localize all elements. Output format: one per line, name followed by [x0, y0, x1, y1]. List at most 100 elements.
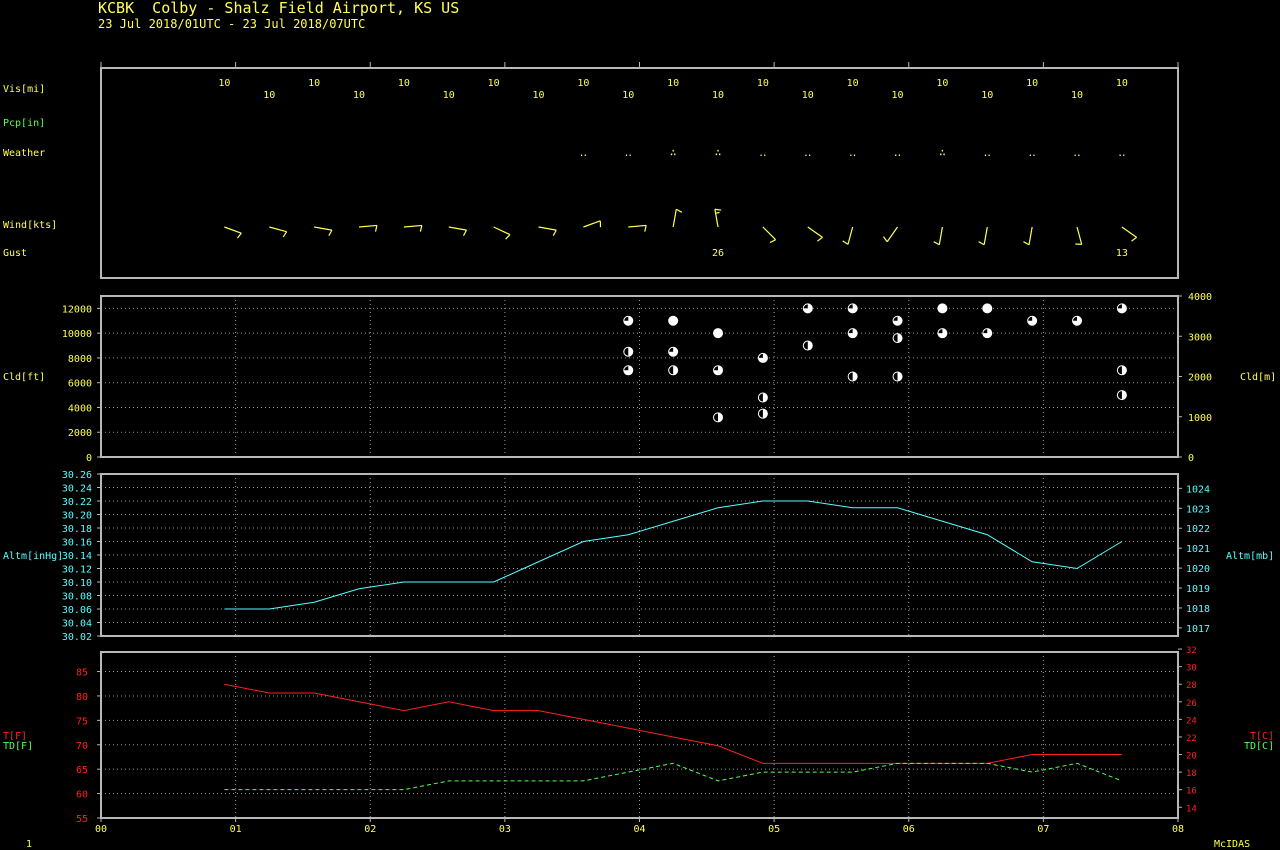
vis-value: 10 — [847, 78, 859, 89]
y-tick-label: 30.26 — [62, 470, 92, 481]
vis-value: 10 — [622, 90, 634, 101]
y-tick-label: 2000 — [68, 428, 92, 439]
cloud-cover-fill — [982, 303, 992, 313]
wind-barb-flag — [714, 208, 722, 211]
vis-value: 10 — [757, 78, 769, 89]
wind-label: Wind[kts] — [3, 220, 57, 231]
y-tick-label: 65 — [76, 765, 88, 776]
y-tick-label: 0 — [86, 453, 92, 464]
y2-tick-label: 1017 — [1186, 624, 1210, 635]
y2-tick-label: 32 — [1186, 646, 1197, 656]
cloud-cover-fill — [937, 303, 947, 313]
wind-barb-shaft — [714, 209, 719, 228]
weather-symbol: ‥ — [984, 146, 991, 159]
wind-barb-flag — [842, 240, 849, 245]
y2-tick-label: 1020 — [1186, 564, 1210, 575]
wind-barb-flag — [328, 229, 333, 236]
wind-barb-flag — [552, 229, 557, 236]
dewpoint-line — [224, 762, 1123, 791]
y2-tick-label: 1022 — [1186, 524, 1210, 535]
wind-barb-shaft — [983, 226, 988, 245]
wind-barb-shaft — [269, 226, 287, 233]
weather-symbol: ∴ — [939, 146, 946, 159]
altimeter-panel: 30.02 30.04 30.06 30.08 30.10 30.12 30.14 30.16… — [3, 470, 1274, 643]
wind-barb-flag — [505, 234, 511, 240]
y-tick-label: 12000 — [62, 304, 92, 315]
weather-symbol: ‥ — [849, 146, 856, 159]
vis-value: 10 — [398, 78, 410, 89]
weather-symbol: ‥ — [759, 146, 766, 159]
wind-barb-shaft — [583, 220, 601, 228]
vis-value: 10 — [981, 90, 993, 101]
vis-value: 10 — [353, 90, 365, 101]
vis-value: 10 — [892, 90, 904, 101]
y-tick-label: 6000 — [68, 379, 92, 390]
y-tick-label: 55 — [76, 814, 88, 825]
vis-value: 10 — [667, 78, 679, 89]
weather-symbol: ‥ — [1073, 146, 1080, 159]
page-number: 1 — [26, 839, 32, 850]
wind-barb-shaft — [538, 226, 557, 231]
y2-tick-label: 0 — [1188, 453, 1194, 464]
mcidas-label: McIDAS — [1214, 839, 1250, 850]
y-tick-label: 60 — [76, 790, 88, 801]
y-tick-label: 30.08 — [62, 592, 92, 603]
surface-panel: Vis[mi] Pcp[in] Weather Wind[kts] Gust 10 10 10… — [3, 62, 1179, 279]
vis-value: 10 — [577, 78, 589, 89]
y-tick-label: 8000 — [68, 354, 92, 365]
x-tick-label: 05 — [768, 824, 780, 835]
pcp-label: Pcp[in] — [3, 118, 45, 129]
wind-barb-shaft — [403, 224, 422, 228]
y-tick-label: 30.12 — [62, 565, 92, 576]
y-tick-label: 30.02 — [62, 632, 92, 643]
vis-value: 10 — [443, 90, 455, 101]
y-tick-label: 30.20 — [62, 511, 92, 522]
wind-barb-shaft — [314, 226, 332, 231]
weather-symbol: ∴ — [670, 146, 677, 159]
x-tick-label: 02 — [364, 824, 376, 835]
cloud-cover-fill — [668, 316, 678, 326]
vis-value: 10 — [936, 78, 948, 89]
y2-tick-label: 26 — [1186, 699, 1197, 709]
wind-barb-shaft — [224, 226, 242, 234]
vis-value: 10 — [218, 78, 230, 89]
vis-value: 10 — [802, 90, 814, 101]
wind-barb-flag — [1131, 236, 1138, 242]
y2-tick-label: 16 — [1186, 787, 1197, 797]
gust-label: Gust — [3, 248, 27, 259]
x-tick-label: 08 — [1172, 824, 1184, 835]
vis-value: 10 — [1071, 90, 1083, 101]
wind-barb-flag — [644, 225, 647, 232]
vis-value: 10 — [263, 90, 275, 101]
y-tick-label: 30.04 — [62, 619, 92, 630]
cloud-cover-fill — [713, 328, 723, 338]
y2-tick-label: 1023 — [1186, 504, 1210, 515]
x-tick-label: 00 — [95, 824, 107, 835]
cloud-panel: 0 2000 4000 6000 8000 10000 12000 0 1000 2000 3000… — [3, 292, 1276, 464]
y-tick-label: 30.18 — [62, 524, 92, 535]
weather-label: Weather — [3, 148, 45, 159]
wind-barb-shaft — [628, 224, 647, 228]
wind-barb-shaft — [1121, 226, 1137, 238]
y-tick-label: 30.06 — [62, 605, 92, 616]
x-tick-label: 04 — [633, 824, 645, 835]
wind-barb-flag — [1023, 241, 1030, 246]
y2-axis-label: Altm[mb] — [1226, 551, 1274, 562]
wind-barb-shaft — [448, 226, 467, 231]
y-tick-label: 30.14 — [62, 551, 92, 562]
y-tick-label: 10000 — [62, 329, 92, 340]
y2-axis-label: Cld[m] — [1240, 372, 1276, 383]
wind-barb-flag — [715, 211, 720, 214]
wind-barb-flag — [882, 236, 888, 243]
weather-symbol: ‥ — [804, 146, 811, 159]
y2-tick-label: 1000 — [1188, 413, 1212, 424]
y2-tick-label: 28 — [1186, 681, 1197, 691]
vis-label: Vis[mi] — [3, 84, 45, 95]
gust-value: 13 — [1116, 248, 1128, 259]
wind-barb-shaft — [1076, 226, 1083, 245]
wind-barb-flag — [419, 225, 423, 232]
weather-symbol: ∴ — [715, 146, 722, 159]
wind-barb-flag — [236, 232, 242, 239]
vis-value: 10 — [1026, 78, 1038, 89]
y2-tick-label: 4000 — [1188, 292, 1212, 303]
